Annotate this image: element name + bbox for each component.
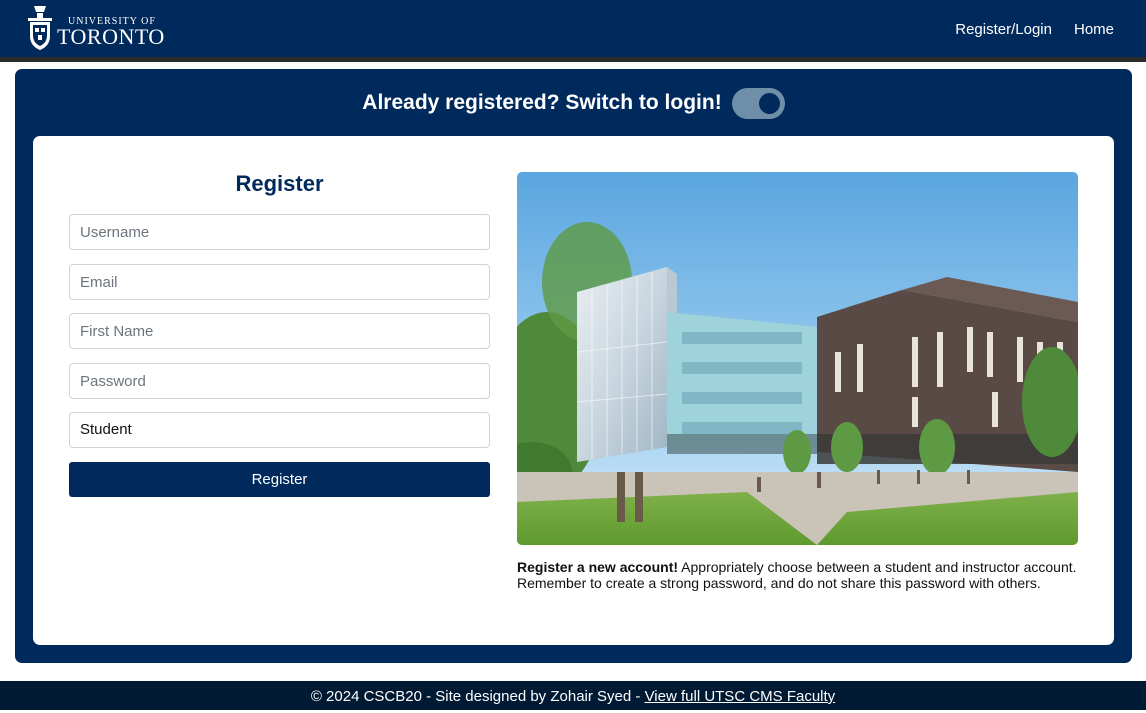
nav-register-login[interactable]: Register/Login: [955, 20, 1052, 40]
register-card: Register Student Register: [33, 136, 1114, 645]
first-name-input[interactable]: [69, 313, 490, 349]
footer-text: © 2024 CSCB20 - Site designed by Zohair …: [310, 688, 645, 705]
login-switch-row: Already registered? Switch to login!: [15, 87, 1132, 119]
logo-toronto: TORONTO: [57, 24, 165, 49]
switch-label: Already registered? Switch to login!: [362, 91, 722, 114]
email-input[interactable]: [69, 264, 490, 300]
register-button[interactable]: Register: [69, 462, 490, 497]
role-select[interactable]: Student: [69, 412, 490, 448]
auth-panel: Already registered? Switch to login! Reg…: [15, 69, 1132, 663]
nav-home[interactable]: Home: [1074, 20, 1114, 40]
site-footer: © 2024 CSCB20 - Site designed by Zohair …: [0, 681, 1146, 710]
form-title: Register: [235, 171, 324, 196]
crest-icon: [28, 6, 52, 50]
password-input[interactable]: [69, 363, 490, 399]
login-toggle[interactable]: [731, 87, 785, 119]
role-select-value: Student: [80, 421, 132, 438]
campus-building-illustration: [517, 172, 1078, 545]
toggle-knob: [758, 92, 780, 114]
caption-heading: Register a new account!: [517, 559, 679, 575]
username-input[interactable]: [69, 214, 490, 250]
register-info-caption: Register a new account! Appropriately ch…: [517, 559, 1078, 591]
university-logo[interactable]: UNIVERSITY OF TORONTO: [28, 4, 168, 52]
navbar-divider: [0, 57, 1146, 62]
campus-building-image: [517, 172, 1078, 545]
main-nav: Register/Login Home: [955, 20, 1114, 40]
top-navbar: UNIVERSITY OF TORONTO Register/Login Hom…: [0, 0, 1146, 57]
faculty-link[interactable]: View full UTSC CMS Faculty: [645, 688, 836, 705]
